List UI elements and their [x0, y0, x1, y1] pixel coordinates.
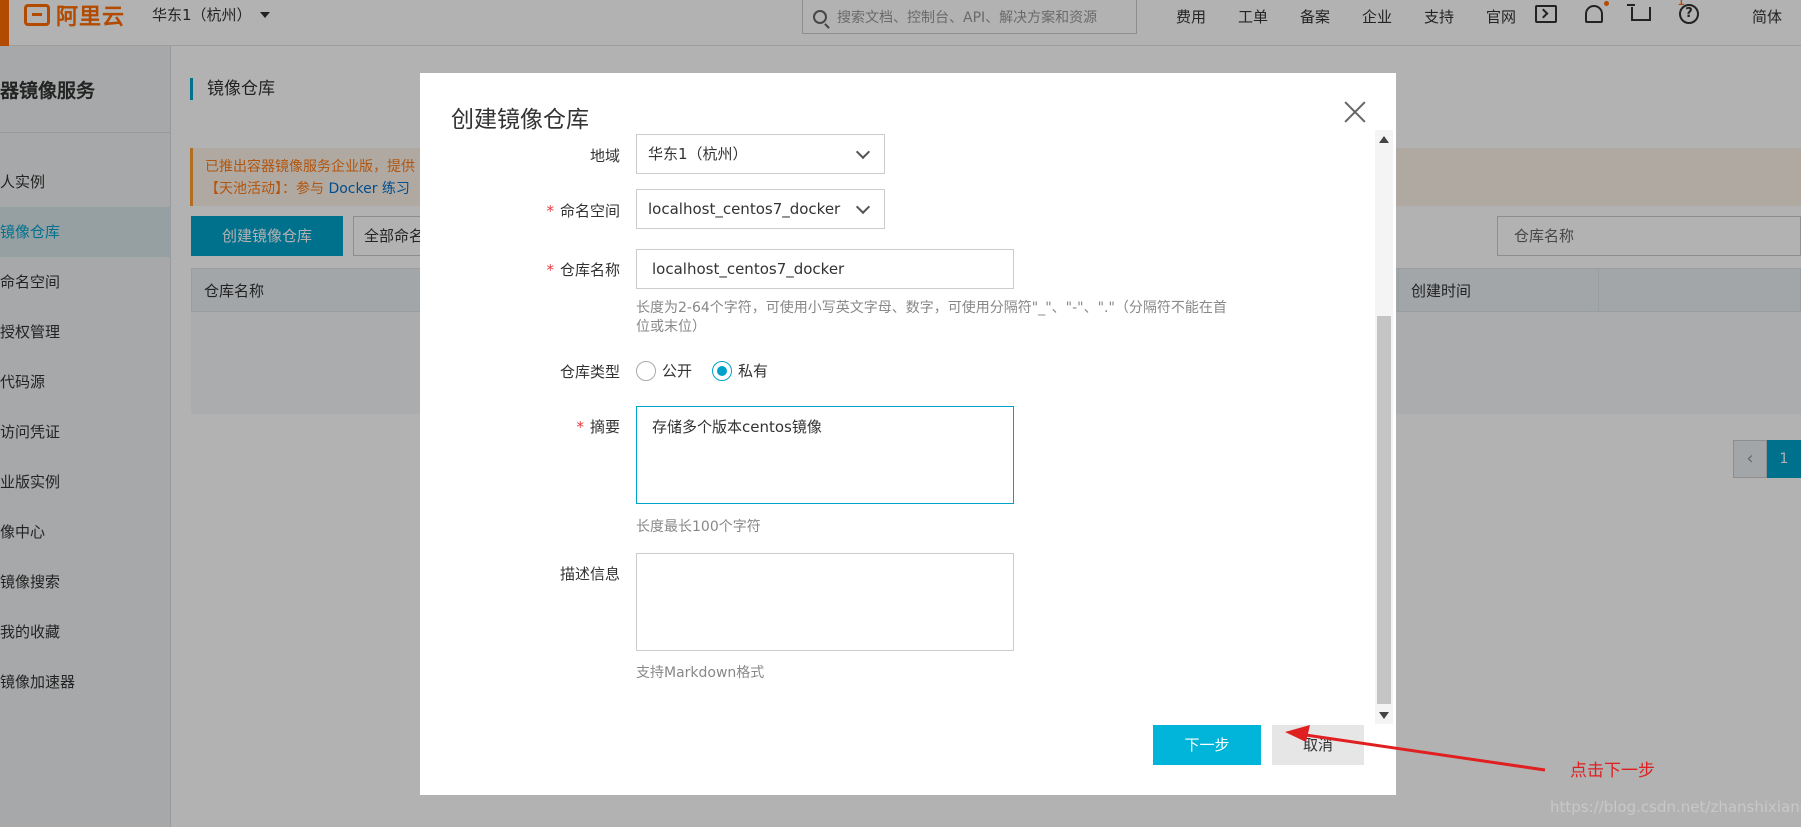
scroll-up-icon[interactable] — [1379, 136, 1389, 143]
radio-public-label[interactable]: 公开 — [662, 360, 692, 381]
radio-private[interactable] — [712, 360, 733, 381]
description-hint: 支持Markdown格式 — [636, 665, 765, 681]
chevron-down-icon — [855, 144, 871, 160]
scroll-down-icon[interactable] — [1379, 712, 1389, 719]
close-icon[interactable] — [1343, 100, 1367, 124]
dialog-scrollbar[interactable] — [1375, 130, 1393, 724]
scroll-thumb[interactable] — [1377, 316, 1391, 704]
next-step-button[interactable]: 下一步 — [1153, 725, 1261, 765]
repo-name-hint-line-2: 位或末位） — [636, 319, 706, 335]
cancel-button[interactable]: 取消 — [1272, 725, 1364, 765]
chevron-down-icon — [855, 199, 871, 215]
required-mark: * — [576, 418, 584, 436]
watermark: https://blog.csdn.net/zhanshixiang — [1550, 798, 1801, 816]
summary-field-label: * 摘要 — [450, 416, 620, 437]
repo-name-hint: 长度为2-64个字符，可使用小写英文字母、数字，可使用分隔符"_"、"-"、".… — [636, 299, 1227, 337]
annotation-text: 点击下一步 — [1570, 761, 1655, 781]
namespace-select[interactable]: localhost_centos7_docker — [636, 189, 885, 229]
dialog-title: 创建镜像仓库 — [451, 107, 589, 133]
summary-hint: 长度最长100个字符 — [636, 519, 761, 535]
required-mark: * — [546, 202, 554, 220]
namespace-label-text: 命名空间 — [559, 202, 620, 220]
description-field-label: 描述信息 — [559, 565, 620, 583]
repo-name-input[interactable]: localhost_centos7_docker — [636, 249, 1014, 289]
repo-name-label-text: 仓库名称 — [559, 261, 620, 279]
create-repo-dialog: 创建镜像仓库 地域 华东1（杭州） * 命名空间 localhost_centos… — [420, 73, 1396, 795]
summary-textarea[interactable]: 存储多个版本centos镜像 — [636, 406, 1014, 504]
repo-name-hint-line-1: 长度为2-64个字符，可使用小写英文字母、数字，可使用分隔符"_"、"-"、".… — [636, 300, 1227, 316]
radio-public[interactable] — [636, 360, 656, 381]
repo-name-field-label: * 仓库名称 — [450, 259, 620, 280]
description-textarea[interactable] — [636, 553, 1014, 651]
namespace-select-value: localhost_centos7_docker — [648, 200, 841, 218]
required-mark: * — [546, 261, 554, 279]
namespace-field-label: * 命名空间 — [450, 200, 620, 221]
region-select-value: 华东1（杭州） — [648, 145, 748, 163]
summary-label-text: 摘要 — [589, 418, 620, 436]
repo-type-field-label: 仓库类型 — [559, 363, 620, 381]
radio-private-label[interactable]: 私有 — [738, 360, 768, 381]
region-field-label: 地域 — [589, 147, 620, 165]
repo-type-radio-group: 公开 私有 — [636, 360, 782, 381]
region-select[interactable]: 华东1（杭州） — [636, 134, 885, 174]
